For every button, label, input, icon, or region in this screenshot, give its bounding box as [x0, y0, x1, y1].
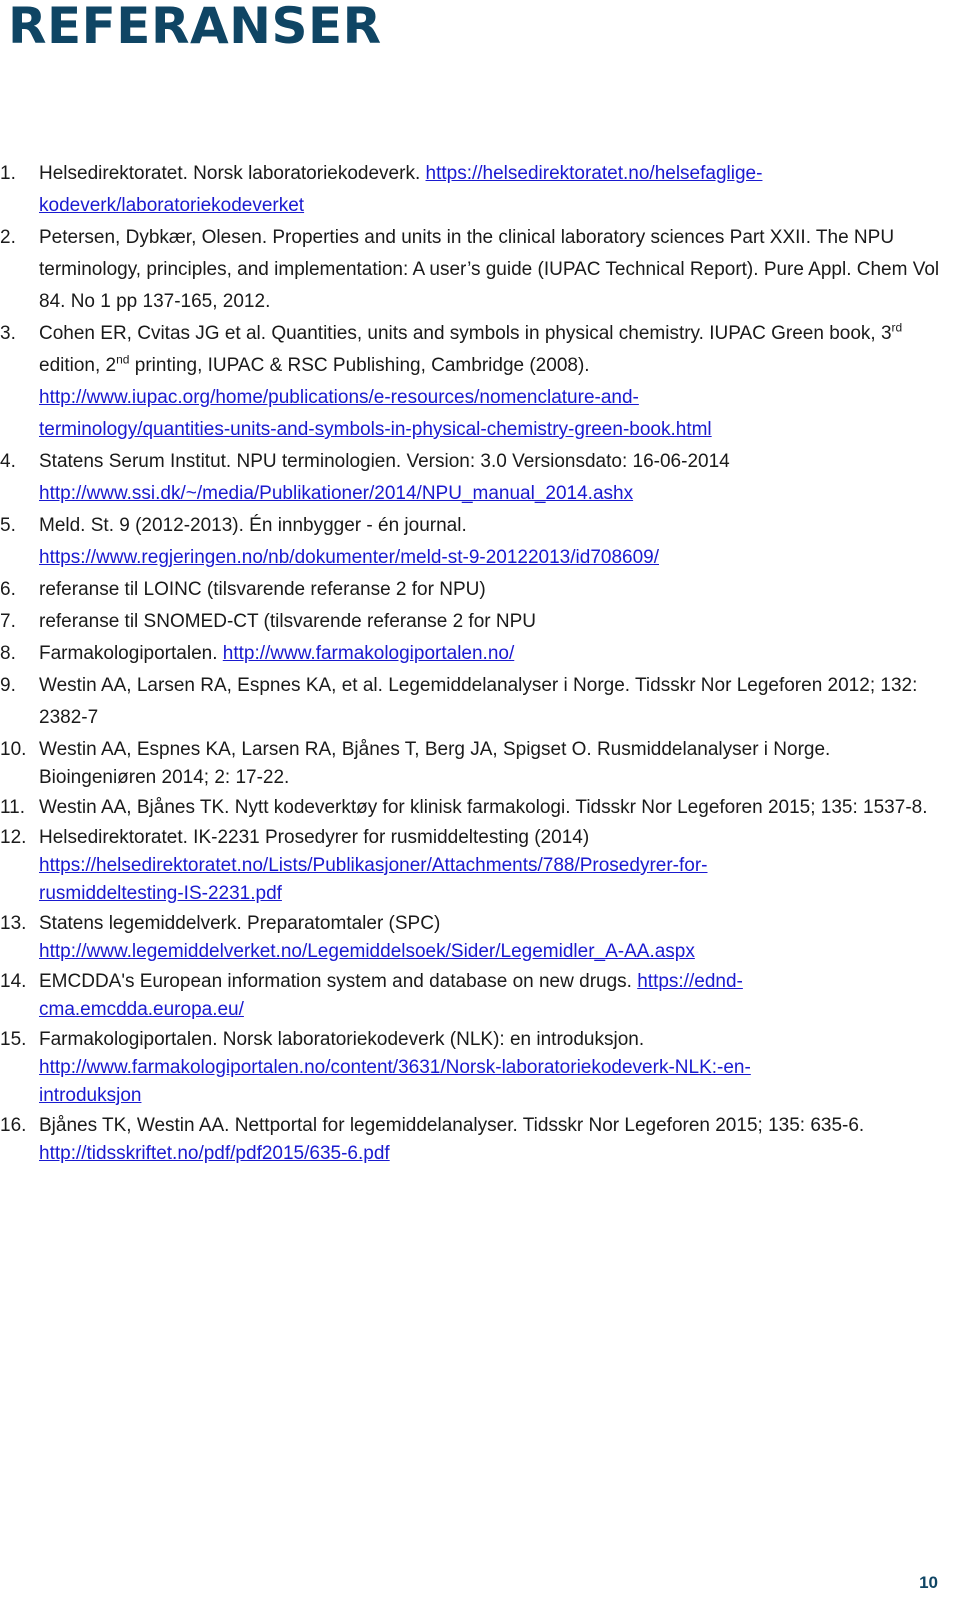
- reference-number: 9.: [0, 675, 16, 696]
- reference-text: Statens Serum Institut. NPU terminologie…: [39, 451, 730, 472]
- reference-item: 9. Westin AA, Larsen RA, Espnes KA, et a…: [0, 670, 950, 734]
- reference-text: referanse til SNOMED-CT (tilsvarende ref…: [39, 611, 536, 632]
- reference-text: Westin AA, Larsen RA, Espnes KA, et al. …: [39, 675, 918, 728]
- reference-number: 8.: [0, 643, 16, 664]
- reference-number: 2.: [0, 227, 16, 248]
- reference-number: 14.: [0, 971, 27, 992]
- reference-number: 13.: [0, 913, 27, 934]
- reference-item: 8. Farmakologiportalen. http://www.farma…: [0, 638, 950, 670]
- reference-link[interactable]: http://www.legemiddelverket.no/Legemidde…: [39, 941, 695, 962]
- reference-text: Helsedirektoratet. IK-2231 Prosedyrer fo…: [39, 827, 590, 848]
- reference-number: 7.: [0, 611, 16, 632]
- reference-text: Cohen ER, Cvitas JG et al. Quantities, u…: [39, 320, 903, 376]
- reference-text: Farmakologiportalen. Norsk laboratorieko…: [39, 1029, 645, 1050]
- page-title: REFERANSER: [8, 0, 382, 55]
- reference-text: referanse til LOINC (tilsvarende referan…: [39, 579, 486, 600]
- reference-list: 1. Helsedirektoratet. Norsk laboratoriek…: [0, 158, 950, 1170]
- reference-link[interactable]: http://tidsskriftet.no/pdf/pdf2015/635-6…: [39, 1143, 390, 1164]
- reference-link[interactable]: https://helsedirektoratet.no/Lists/Publi…: [39, 855, 708, 904]
- reference-item: 11. Westin AA, Bjånes TK. Nytt kodeverkt…: [0, 794, 950, 822]
- reference-text: Bjånes TK, Westin AA. Nettportal for leg…: [39, 1115, 865, 1136]
- reference-text: Statens legemiddelverk. Preparatomtaler …: [39, 913, 441, 934]
- reference-link[interactable]: https://www.regjeringen.no/nb/dokumenter…: [39, 547, 659, 568]
- reference-link[interactable]: http://www.farmakologiportalen.no/conten…: [39, 1057, 751, 1106]
- reference-link[interactable]: http://www.ssi.dk/~/media/Publikationer/…: [39, 483, 633, 504]
- reference-item: 5. Meld. St. 9 (2012-2013). Én innbygger…: [0, 510, 950, 574]
- reference-item: 1. Helsedirektoratet. Norsk laboratoriek…: [0, 158, 950, 222]
- reference-item: 6. referanse til LOINC (tilsvarende refe…: [0, 574, 950, 606]
- reference-item: 10. Westin AA, Espnes KA, Larsen RA, Bjå…: [0, 736, 950, 792]
- reference-item: 2. Petersen, Dybkær, Olesen. Properties …: [0, 222, 950, 318]
- reference-item: 7. referanse til SNOMED-CT (tilsvarende …: [0, 606, 950, 638]
- reference-number: 4.: [0, 451, 16, 472]
- reference-text: EMCDDA's European information system and…: [39, 971, 638, 992]
- reference-number: 1.: [0, 163, 16, 184]
- reference-item: 4. Statens Serum Institut. NPU terminolo…: [0, 446, 950, 510]
- reference-number: 5.: [0, 515, 16, 536]
- reference-text: Helsedirektoratet. Norsk laboratoriekode…: [39, 163, 426, 184]
- reference-number: 15.: [0, 1029, 27, 1050]
- reference-number: 16.: [0, 1115, 27, 1136]
- reference-number: 12.: [0, 827, 27, 848]
- reference-text: Westin AA, Bjånes TK. Nytt kodeverktøy f…: [39, 797, 928, 818]
- reference-item: 14. EMCDDA's European information system…: [0, 968, 950, 1024]
- reference-text: Petersen, Dybkær, Olesen. Properties and…: [39, 227, 940, 312]
- reference-item: 13. Statens legemiddelverk. Preparatomta…: [0, 910, 950, 966]
- reference-text: Farmakologiportalen.: [39, 643, 223, 664]
- reference-link[interactable]: http://www.iupac.org/home/publications/e…: [39, 387, 712, 440]
- reference-number: 10.: [0, 739, 27, 760]
- reference-text: Westin AA, Espnes KA, Larsen RA, Bjånes …: [39, 739, 831, 788]
- reference-item: 3. Cohen ER, Cvitas JG et al. Quantities…: [0, 318, 950, 446]
- reference-number: 6.: [0, 579, 16, 600]
- reference-text: Meld. St. 9 (2012-2013). Én innbygger - …: [39, 515, 467, 536]
- reference-number: 3.: [0, 323, 16, 344]
- reference-item: 16. Bjånes TK, Westin AA. Nettportal for…: [0, 1112, 950, 1168]
- reference-number: 11.: [0, 797, 26, 818]
- page-number: 10: [919, 1573, 938, 1592]
- reference-link[interactable]: http://www.farmakologiportalen.no/: [223, 643, 515, 664]
- reference-item: 15. Farmakologiportalen. Norsk laborator…: [0, 1026, 950, 1110]
- reference-item: 12. Helsedirektoratet. IK-2231 Prosedyre…: [0, 824, 950, 908]
